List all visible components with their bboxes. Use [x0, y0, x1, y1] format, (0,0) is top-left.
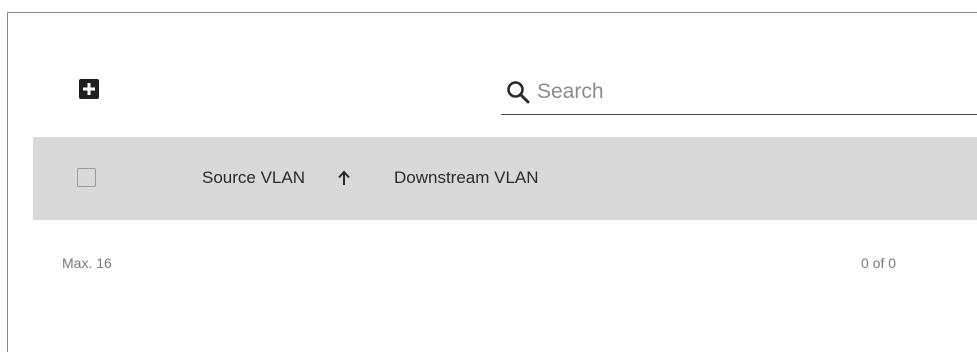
search-input[interactable] [537, 76, 967, 108]
search-icon [507, 81, 530, 104]
column-header-source-vlan[interactable]: Source VLAN [202, 168, 305, 188]
column-header-downstream-vlan[interactable]: Downstream VLAN [394, 168, 539, 188]
plus-square-icon [83, 83, 95, 95]
max-entries-label: Max. 16 [62, 255, 112, 271]
select-all-checkbox[interactable] [77, 168, 96, 187]
search-box [501, 74, 977, 115]
table-header: Source VLAN Downstream VLAN [33, 137, 977, 220]
arrow-up-icon[interactable] [336, 169, 352, 187]
pagination-info: 0 of 0 [861, 255, 897, 271]
add-button[interactable] [79, 79, 99, 99]
